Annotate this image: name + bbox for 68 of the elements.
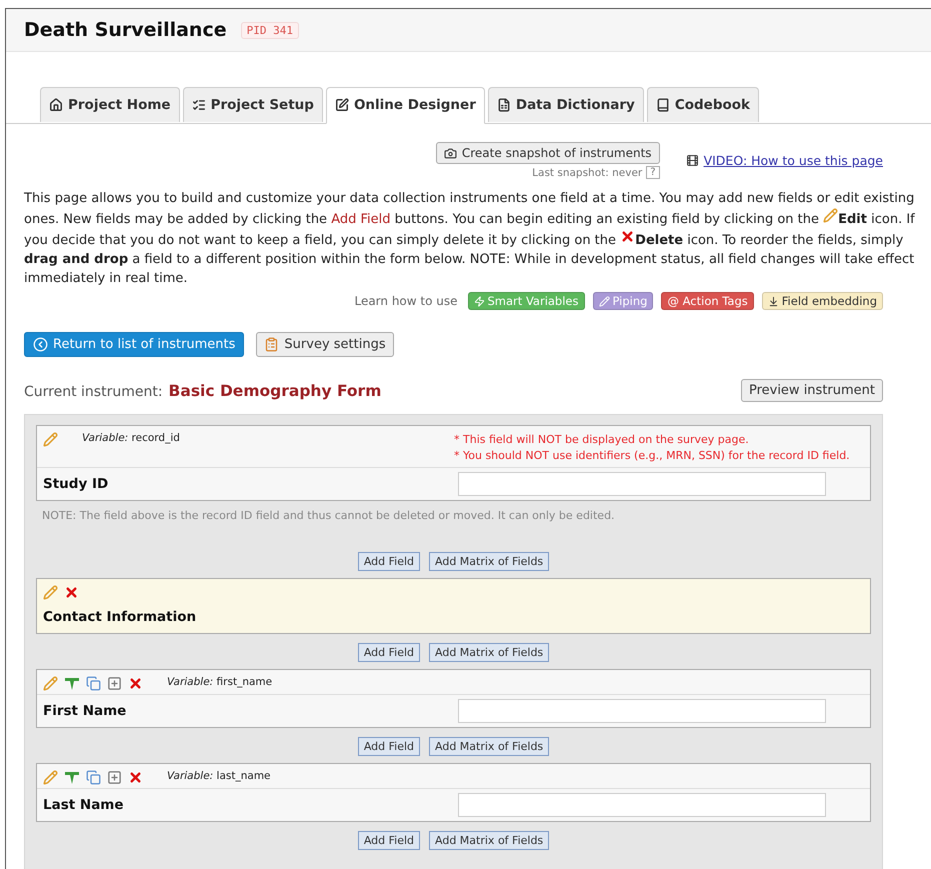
field-label: Last Name [43,797,125,813]
warning-text: * You should NOT use identifiers (e.g., MRN, SSN) for the record ID field. [454,448,851,464]
variable-name: Variable: first_name [167,676,272,688]
last-snapshot: Last snapshot: never [532,166,642,178]
warning-text: * This field will NOT be displayed on the survey page. [454,432,750,448]
variable-name: Variable: record_id [82,432,180,444]
delete-icon[interactable] [128,676,143,691]
section-title: Contact Information [43,609,196,625]
add-field-button[interactable]: Add Field [358,552,420,571]
move-icon[interactable] [107,770,122,785]
delete-icon[interactable] [64,585,79,600]
add-matrix-button[interactable]: Add Matrix of Fields [429,552,550,571]
book-icon [656,98,670,112]
preview-button[interactable]: Preview instrument [740,379,883,402]
pencil-icon [598,296,610,306]
move-icon[interactable] [107,676,122,691]
return-button[interactable]: Return to list of instruments [24,332,244,357]
project-title: Death Surveillance [24,19,227,41]
tab[interactable]: Online Designer [326,87,485,124]
bolt-icon [474,296,484,306]
copy-icon[interactable] [86,770,101,785]
tab[interactable]: Project Setup [182,87,323,122]
input-field[interactable] [458,699,826,723]
tab[interactable]: Project Home [40,87,180,122]
survey-settings-button[interactable]: Survey settings [256,332,394,357]
intro-paragraph: This page allows you to build and customize your data collection instruments one field at a time. You may add new fields or edit existing ones. New fields may be added by clicking the Add Field buttons. You can begin editing an existing field by clicking on the Edit icon. If you decide that you do not want to keep a field, you can simply delete it by clicking on the Delete icon. To reorder the fields, simply drag and drop a field to a different position within the form below. NOTE: While in development status, all field changes will take effect immediately in real time. [24,190,916,288]
pencil-icon[interactable] [43,676,58,691]
pencil-icon[interactable] [43,585,58,600]
variable-name: Variable: last_name [167,770,271,782]
pencil-icon[interactable] [43,770,58,785]
help-badge[interactable]: @ Action Tags [661,292,754,310]
back-icon [33,337,48,352]
copy-icon[interactable] [86,676,101,691]
help-button[interactable]: ? [646,166,660,179]
add-matrix-button[interactable]: Add Matrix of Fields [429,737,550,756]
instrument-label: Current instrument: [24,384,163,400]
tab[interactable]: Codebook [646,87,760,122]
pid-badge: PID 341 [240,22,299,38]
input-field[interactable] [458,472,826,496]
delete-icon[interactable] [128,770,143,785]
pencil-icon [823,208,838,223]
add-field-button[interactable]: Add Field [358,737,420,756]
add-matrix-button[interactable]: Add Matrix of Fields [429,643,550,662]
record-id-note: NOTE: The field above is the record ID field and thus cannot be deleted or moved. It can only be edited. [42,509,616,522]
clipboard-icon [264,337,280,352]
learn-label: Learn how to use [354,294,458,308]
add-matrix-button[interactable]: Add Matrix of Fields [429,831,550,850]
delete-icon [620,229,636,244]
house-icon [49,98,63,112]
help-badge[interactable]: Field embedding [762,292,883,310]
branching-icon[interactable] [64,676,80,691]
spreadsheet-icon [496,98,511,112]
field-label: First Name [43,703,128,719]
edit-icon [334,98,349,112]
video-link[interactable]: VIDEO: How to use this page [686,142,883,179]
snapshot-button[interactable]: Create snapshot of instruments [436,142,660,164]
tab[interactable]: Data Dictionary [488,87,644,122]
pencil-icon[interactable] [43,432,58,447]
arrow-down-icon [768,296,779,306]
film-icon [686,154,699,167]
camera-icon [444,146,457,160]
instrument-name: Basic Demography Form [168,382,382,400]
input-field[interactable] [458,793,826,817]
checklist-icon [192,98,206,112]
field-label: Study ID [43,476,110,492]
add-field-button[interactable]: Add Field [358,643,420,662]
add-field-button[interactable]: Add Field [358,831,420,850]
branching-icon[interactable] [64,770,80,785]
